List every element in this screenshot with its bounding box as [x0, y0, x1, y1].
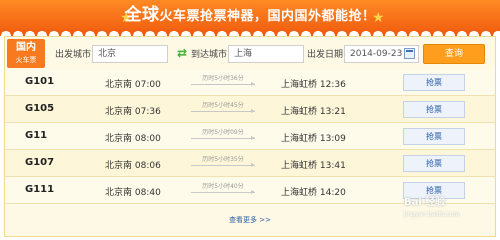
- duration-text: 历时5小时45分: [202, 102, 244, 109]
- banner-title-rest: 火车票抢票神器，国内国外都能抢！: [159, 9, 376, 24]
- duration-text: 历时5小时36分: [202, 75, 244, 82]
- arrow-right-icon: [191, 190, 255, 194]
- train-row: G107 北京南 08:06 历时5小时35分 上海虹桥 13:41 抢票: [5, 150, 495, 177]
- departure-station-time: 北京南 07:00: [105, 80, 161, 90]
- duration-text: 历时5小时40分: [202, 183, 244, 190]
- grab-ticket-button[interactable]: 抢票: [403, 74, 465, 91]
- train-row: G105 北京南 07:36 历时5小时45分 上海虹桥 13:21 抢票: [5, 96, 495, 123]
- depart-date-value: 2014-09-23: [350, 49, 403, 59]
- arrow-right-icon: [191, 136, 255, 140]
- tag-line1: 国内: [16, 42, 36, 53]
- train-number: G11: [25, 130, 48, 141]
- train-number: G101: [25, 76, 55, 87]
- banner-title-emphasis: 全球: [124, 5, 160, 25]
- train-row: G11 北京南 08:00 历时5小时09分 上海虹桥 13:09 抢票: [5, 123, 495, 150]
- departure-station-time: 北京南 08:06: [105, 161, 161, 171]
- arrival-station-time: 上海虹桥 13:09: [281, 134, 346, 144]
- grab-ticket-button[interactable]: 抢票: [403, 155, 465, 172]
- swap-arrows-icon[interactable]: ⇄: [175, 46, 189, 60]
- arrival-station-time: 上海虹桥 14:20: [281, 188, 346, 198]
- tag-line2: 火车票: [15, 56, 37, 64]
- train-number: G105: [25, 103, 55, 114]
- domestic-train-tag: 国内 火车票: [7, 39, 45, 68]
- departure-station-time: 北京南 08:40: [105, 188, 161, 198]
- duration-text: 历时5小时35分: [202, 156, 244, 163]
- to-city-input[interactable]: 上海: [228, 45, 304, 63]
- departure-station-time: 北京南 08:00: [105, 134, 161, 144]
- duration-text: 历时5小时09分: [202, 129, 244, 136]
- depart-date-input[interactable]: 2014-09-23: [344, 45, 419, 63]
- train-number: G107: [25, 157, 55, 168]
- train-row: G101 北京南 07:00 历时5小时36分 上海虹桥 12:36 抢票: [5, 69, 495, 96]
- arrow-right-icon: [191, 109, 255, 113]
- train-number: G111: [25, 184, 55, 195]
- to-city-label: 到达城市: [191, 50, 228, 60]
- arrow-right-icon: [191, 82, 255, 86]
- baidu-jingyan-watermark: Bai 经验 jingyan.baidu.com: [404, 196, 492, 232]
- arrival-station-time: 上海虹桥 12:36: [281, 80, 346, 90]
- departure-station-time: 北京南 07:36: [105, 107, 161, 117]
- watermark-line1: Bai 经验: [404, 197, 446, 208]
- arrow-right-icon: [191, 163, 255, 167]
- query-button[interactable]: 查询: [423, 44, 485, 64]
- from-city-input[interactable]: 北京: [92, 45, 168, 63]
- arrival-station-time: 上海虹桥 13:41: [281, 161, 346, 171]
- grab-ticket-button[interactable]: 抢票: [403, 128, 465, 145]
- calendar-icon[interactable]: [404, 48, 415, 59]
- grab-ticket-button[interactable]: 抢票: [403, 101, 465, 118]
- depart-date-label: 出发日期: [307, 50, 344, 60]
- from-city-label: 出发城市: [55, 50, 92, 60]
- train-list: G101 北京南 07:00 历时5小时36分 上海虹桥 12:36 抢票 G1…: [5, 69, 495, 204]
- top-banner: ★ ★ 全球火车票抢票神器，国内国外都能抢！: [0, 0, 500, 36]
- watermark-line2: jingyan.baidu.com: [404, 211, 460, 218]
- arrival-station-time: 上海虹桥 13:21: [281, 107, 346, 117]
